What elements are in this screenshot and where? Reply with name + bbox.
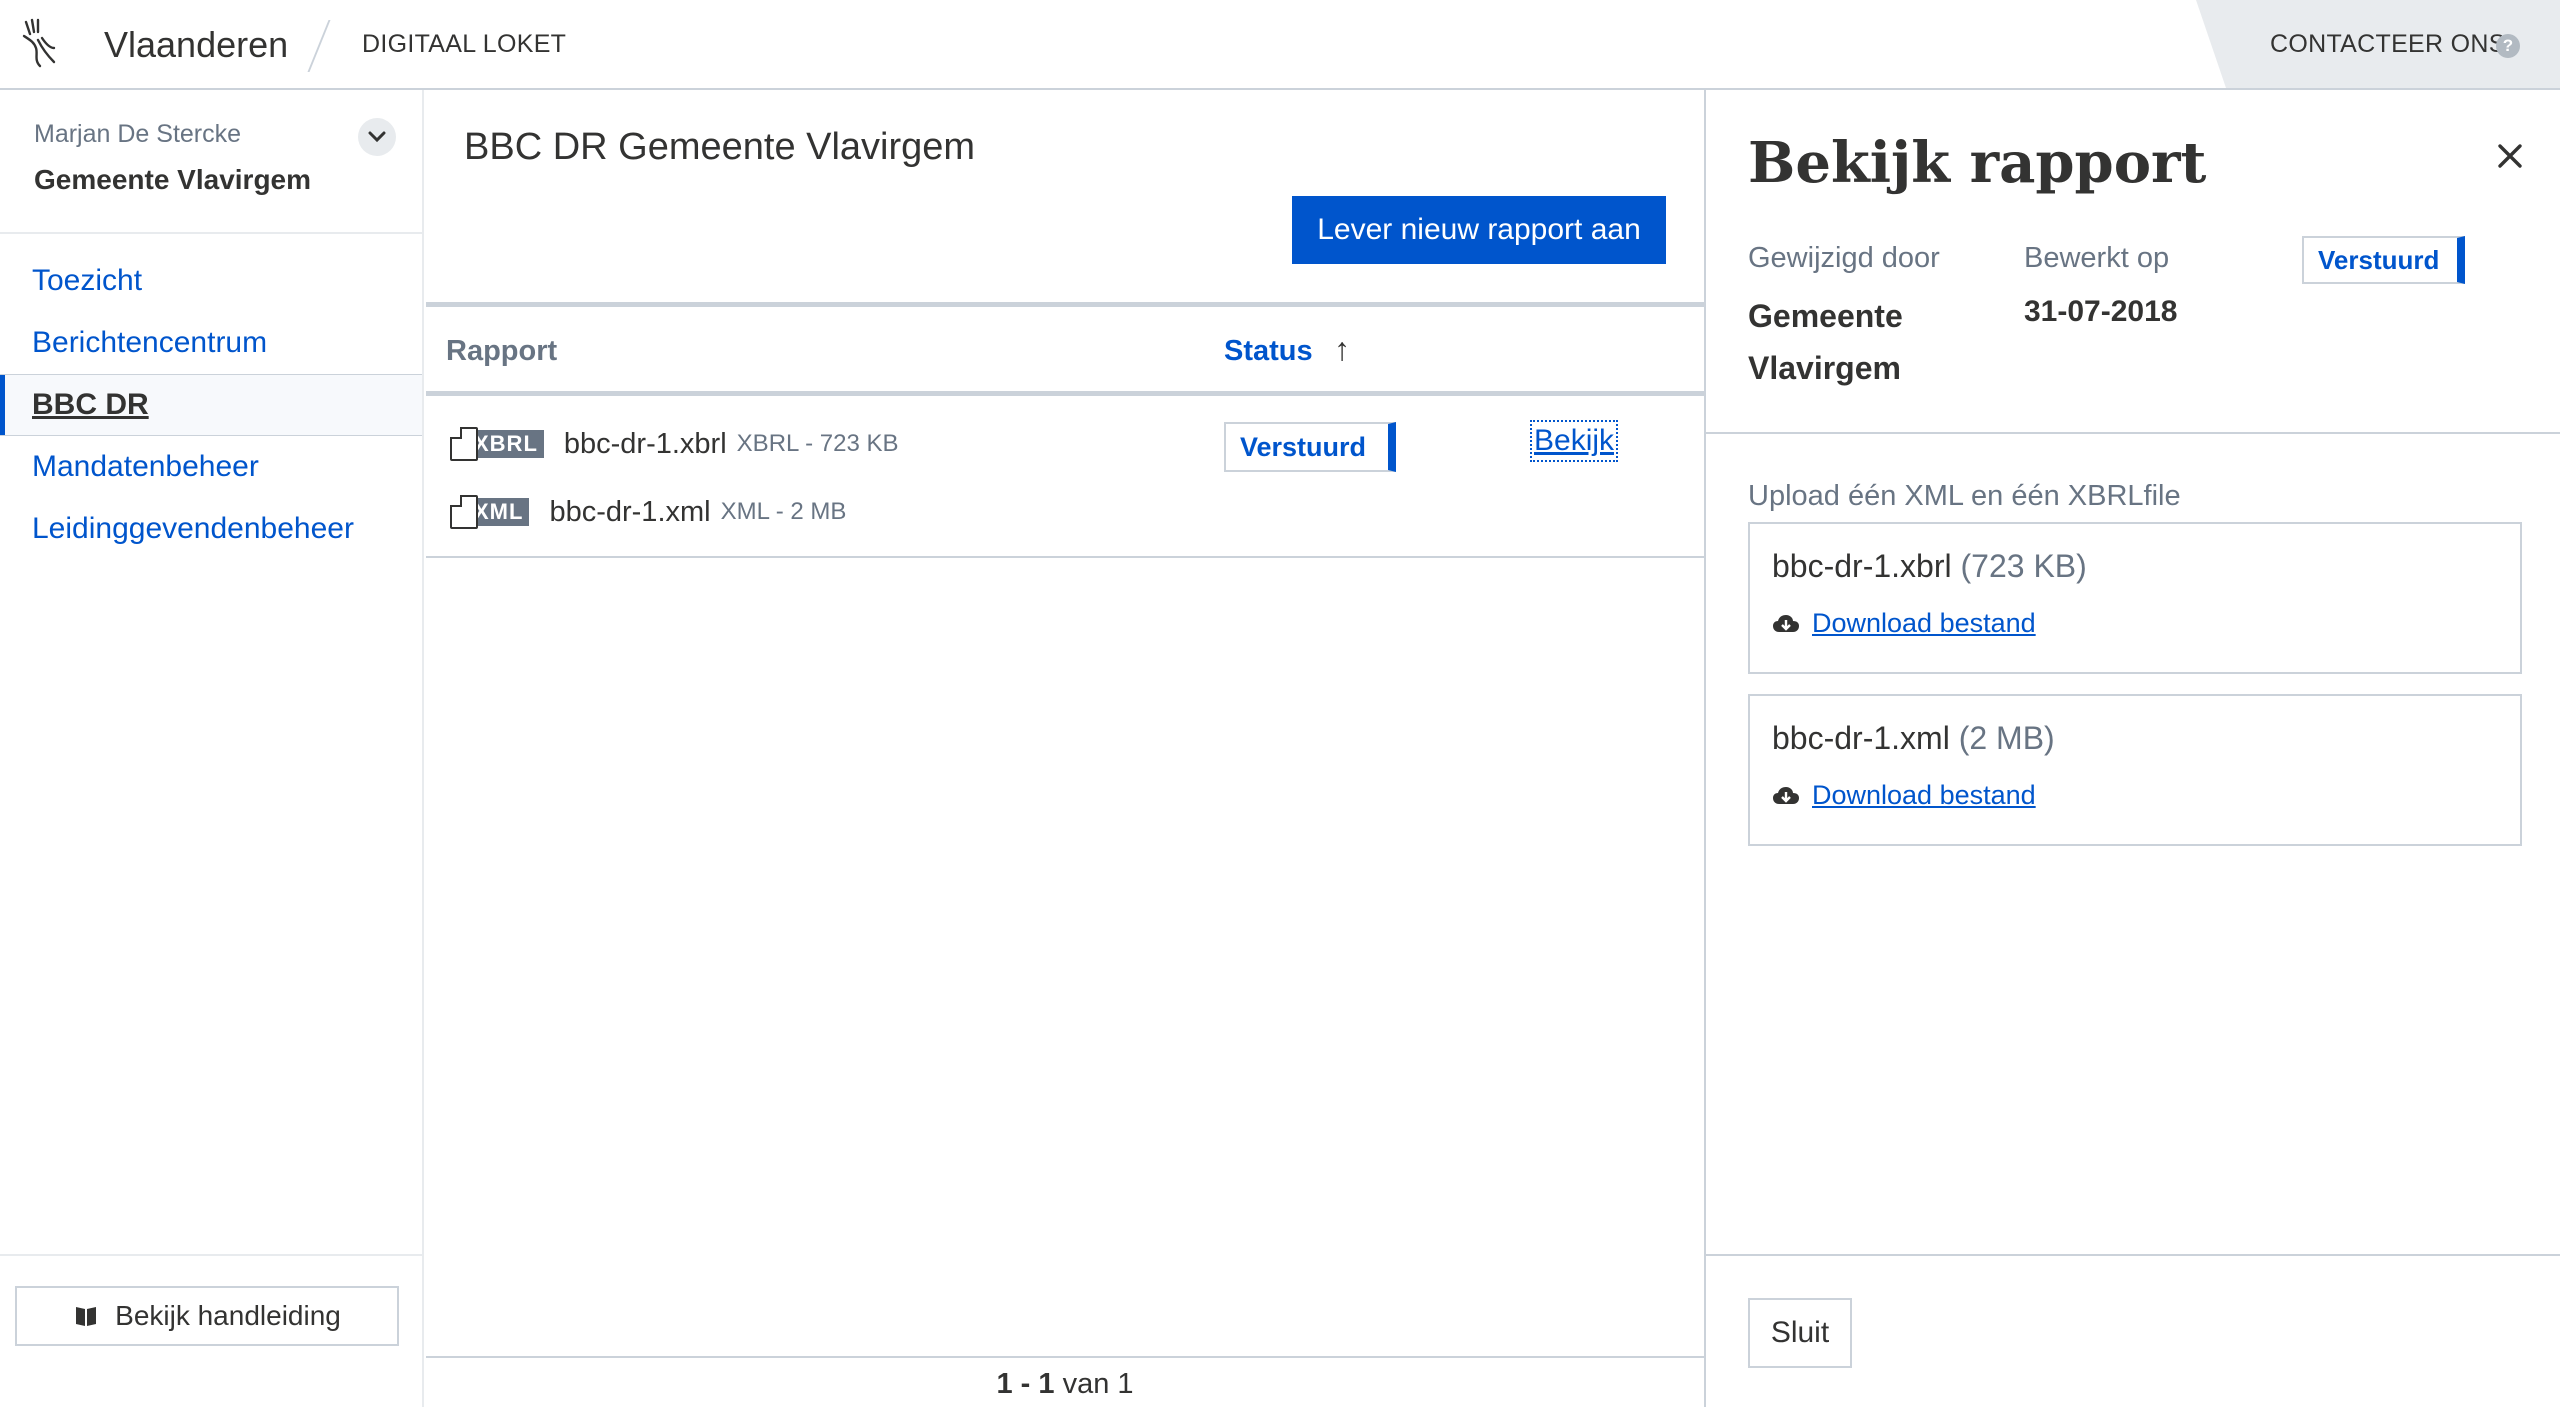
file-card-name: bbc-dr-1.xml (1772, 720, 1950, 756)
sidebar: Marjan De Stercke Gemeente Vlavirgem Toe… (0, 90, 424, 1407)
file-entry-xbrl: XBRL bbc-dr-1.xbrl XBRL - 723 KB (450, 424, 899, 464)
sidebar-nav: Toezicht Berichtencentrum BBC DR Mandate… (0, 250, 422, 560)
help-icon[interactable]: ? (2496, 34, 2520, 58)
pagination-total: van 1 (1062, 1368, 1134, 1400)
panel-divider (1706, 432, 2560, 434)
report-detail-panel: Bekijk rapport Gewijzigd door Gemeente V… (1704, 90, 2560, 1407)
contact-link[interactable]: CONTACTEER ONS (2270, 30, 2506, 59)
file-card-xbrl: bbc-dr-1.xbrl (723 KB) Download bestand (1748, 522, 2522, 674)
brand-name[interactable]: Vlaanderen (104, 24, 288, 66)
download-link-label: Download bestand (1812, 608, 2036, 638)
reports-table: Rapport Status ↑ XBRL bbc-dr-1.xbrl XBRL… (426, 302, 1704, 558)
download-link[interactable]: Download bestand (1772, 780, 2036, 811)
sidebar-item-leidinggevendenbeheer[interactable]: Leidinggevendenbeheer (0, 498, 422, 560)
user-block: Marjan De Stercke Gemeente Vlavirgem (0, 90, 422, 234)
panel-title: Bekijk rapport (1748, 130, 2207, 196)
pagination-range: 1 - 1 (996, 1368, 1055, 1400)
sidebar-item-bbc-dr[interactable]: BBC DR (0, 374, 422, 436)
file-card-title: bbc-dr-1.xbrl (723 KB) (1772, 548, 2087, 585)
manual-button[interactable]: Bekijk handleiding (15, 1286, 399, 1346)
new-report-button[interactable]: Lever nieuw rapport aan (1292, 196, 1666, 264)
file-type-badge: XBRL (468, 430, 544, 458)
download-link-label: Download bestand (1812, 780, 2036, 810)
file-card-xml: bbc-dr-1.xml (2 MB) Download bestand (1748, 694, 2522, 846)
status-badge: Verstuurd (1224, 422, 1397, 472)
global-header: Vlaanderen DIGITAAL LOKET CONTACTEER ONS… (0, 0, 2560, 90)
sidebar-footer: Bekijk handleiding (0, 1254, 422, 1407)
file-icon (450, 495, 478, 529)
edited-on-label: Bewerkt op (2024, 242, 2170, 274)
view-report-link[interactable]: Bekijk (1529, 420, 1619, 462)
file-meta: XML - 2 MB (720, 498, 847, 525)
close-button[interactable]: Sluit (1748, 1298, 1852, 1368)
panel-footer: Sluit (1706, 1254, 2560, 1407)
column-header-rapport: Rapport (446, 335, 558, 367)
modified-by-value-line1: Gemeente (1748, 298, 1903, 334)
sidebar-item-toezicht[interactable]: Toezicht (0, 250, 422, 312)
manual-button-label: Bekijk handleiding (115, 1300, 341, 1331)
edited-on-value: 31-07-2018 (2024, 295, 2178, 328)
user-menu-toggle[interactable] (358, 118, 396, 156)
chevron-down-icon (368, 131, 386, 143)
sidebar-item-berichtencentrum[interactable]: Berichtencentrum (0, 312, 422, 374)
cloud-download-icon (1773, 614, 1799, 632)
table-header: Rapport Status ↑ (426, 302, 1704, 396)
main-content: BBC DR Gemeente Vlavirgem Lever nieuw ra… (426, 90, 1704, 1407)
table-row: XBRL bbc-dr-1.xbrl XBRL - 723 KB XML bbc… (426, 396, 1704, 558)
file-entry-xml: XML bbc-dr-1.xml XML - 2 MB (450, 492, 846, 532)
cloud-download-icon (1773, 786, 1799, 804)
app-name[interactable]: DIGITAAL LOKET (362, 30, 566, 59)
user-name: Marjan De Stercke (34, 120, 242, 148)
sidebar-item-mandatenbeheer[interactable]: Mandatenbeheer (0, 436, 422, 498)
book-icon (76, 1307, 97, 1326)
modified-by-label: Gewijzigd door (1748, 242, 1940, 274)
close-icon[interactable] (2492, 138, 2528, 174)
file-card-name: bbc-dr-1.xbrl (1772, 548, 1952, 584)
header-divider (307, 20, 331, 72)
download-link[interactable]: Download bestand (1772, 608, 2036, 639)
sort-ascending-icon[interactable]: ↑ (1334, 331, 1350, 368)
status-badge: Verstuurd (2302, 236, 2466, 284)
flemish-lion-logo-icon[interactable] (20, 18, 60, 70)
column-header-status[interactable]: Status (1224, 335, 1313, 368)
file-card-title: bbc-dr-1.xml (2 MB) (1772, 720, 2055, 757)
file-card-size: (2 MB) (1958, 720, 2055, 756)
page-title: BBC DR Gemeente Vlavirgem (464, 126, 976, 168)
modified-by-value-line2: Vlavirgem (1748, 350, 1901, 386)
file-name: bbc-dr-1.xbrl (563, 427, 727, 460)
file-card-size: (723 KB) (1960, 548, 2087, 584)
organisation-name: Gemeente Vlavirgem (34, 164, 312, 195)
file-icon (450, 427, 478, 461)
upload-label: Upload één XML en één XBRLfile (1748, 480, 2181, 512)
file-meta: XBRL - 723 KB (736, 430, 899, 457)
file-name: bbc-dr-1.xml (549, 495, 711, 528)
pagination: 1 - 1 van 1 (426, 1356, 1704, 1407)
